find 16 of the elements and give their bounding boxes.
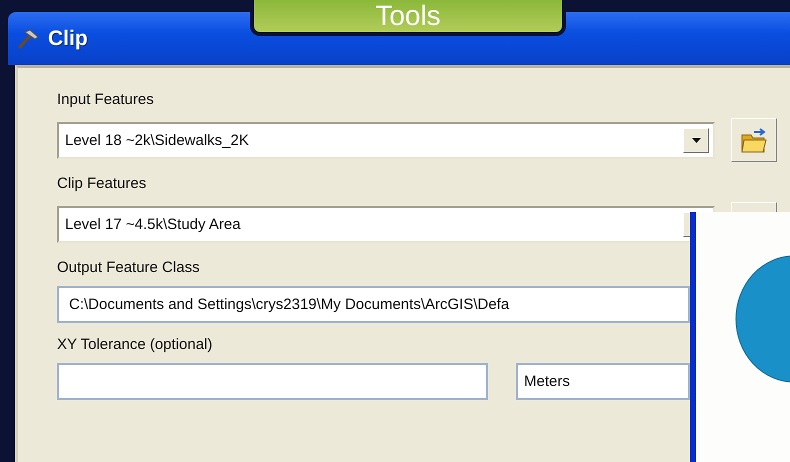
hammer-icon — [16, 28, 40, 50]
field-label: Clip Features — [57, 174, 148, 194]
dropdown-field[interactable]: Level 17 ~4.5k\Study Area — [57, 206, 715, 242]
field-label: Input Features — [57, 90, 155, 110]
dropdown-field[interactable]: Level 18 ~2k\Sidewalks_2K — [57, 122, 715, 158]
caret-icon — [692, 138, 700, 142]
field-label: XY Tolerance (optional) — [57, 335, 214, 355]
units-field[interactable]: Meters — [516, 363, 690, 400]
folder-icon — [740, 126, 768, 154]
text-field[interactable]: C:\Documents and Settings\crys2319\My Documents\ArcGIS\Defa — [57, 286, 690, 323]
title-banner: Tools — [250, 0, 566, 36]
window-title: Clip — [48, 26, 88, 50]
input-field[interactable] — [57, 363, 488, 400]
field-label: Output Feature Class — [57, 258, 201, 278]
map-area-icon — [734, 254, 790, 384]
browse-button[interactable] — [731, 118, 777, 162]
